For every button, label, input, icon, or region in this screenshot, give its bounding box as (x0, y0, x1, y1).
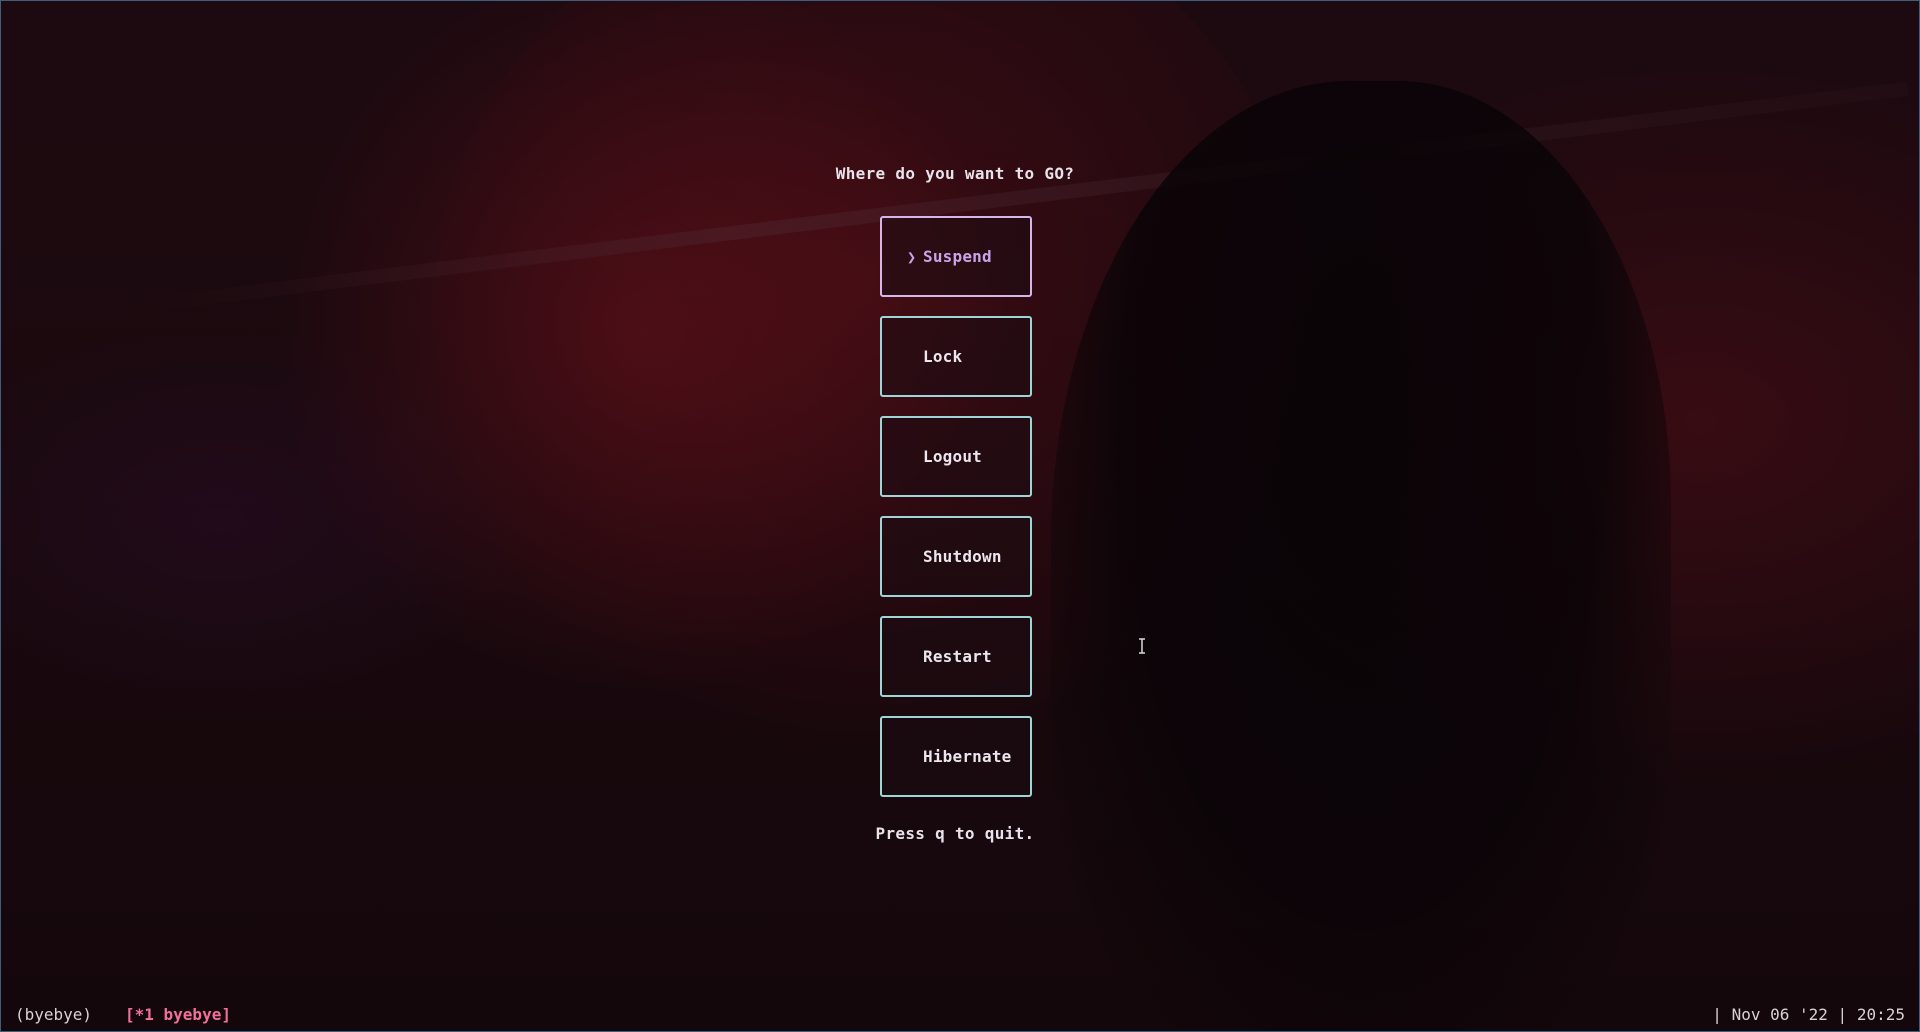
menu-option-suspend[interactable]: ❯ Suspend (880, 216, 1032, 297)
menu-option-restart[interactable]: Restart (880, 616, 1032, 697)
session-name: (byebye) (15, 1005, 93, 1024)
status-time: 20:25 (1856, 1005, 1905, 1024)
terminal-window: Where do you want to GO? ❯ Suspend Lock … (0, 0, 1920, 1032)
option-label: Restart (923, 647, 992, 666)
status-datetime: | Nov 06 '22 | 20:25 (1712, 1005, 1905, 1024)
power-menu: ❯ Suspend Lock Logout Shutdown Restart H… (880, 216, 1032, 816)
active-window-tab[interactable]: [*1 byebye] (125, 1005, 231, 1024)
separator: | (1712, 1005, 1722, 1024)
option-label: Suspend (923, 247, 992, 266)
option-label: Hibernate (923, 747, 1012, 766)
separator: | (1837, 1005, 1848, 1024)
option-label: Logout (923, 447, 982, 466)
status-date: Nov 06 '22 (1731, 1005, 1828, 1024)
menu-option-logout[interactable]: Logout (880, 416, 1032, 497)
menu-option-shutdown[interactable]: Shutdown (880, 516, 1032, 597)
menu-option-lock[interactable]: Lock (880, 316, 1032, 397)
wallpaper-figure (1051, 81, 1671, 1031)
text-cursor-icon (1139, 638, 1145, 654)
menu-option-hibernate[interactable]: Hibernate (880, 716, 1032, 797)
option-label: Lock (923, 347, 963, 366)
menu-prompt: Where do you want to GO? (835, 164, 1075, 183)
option-label: Shutdown (923, 547, 1002, 566)
chevron-right-icon: ❯ (906, 247, 916, 266)
tmux-statusbar: (byebye) [*1 byebye] | Nov 06 '22 | 20:2… (1, 1001, 1919, 1031)
quit-hint: Press q to quit. (875, 824, 1035, 843)
